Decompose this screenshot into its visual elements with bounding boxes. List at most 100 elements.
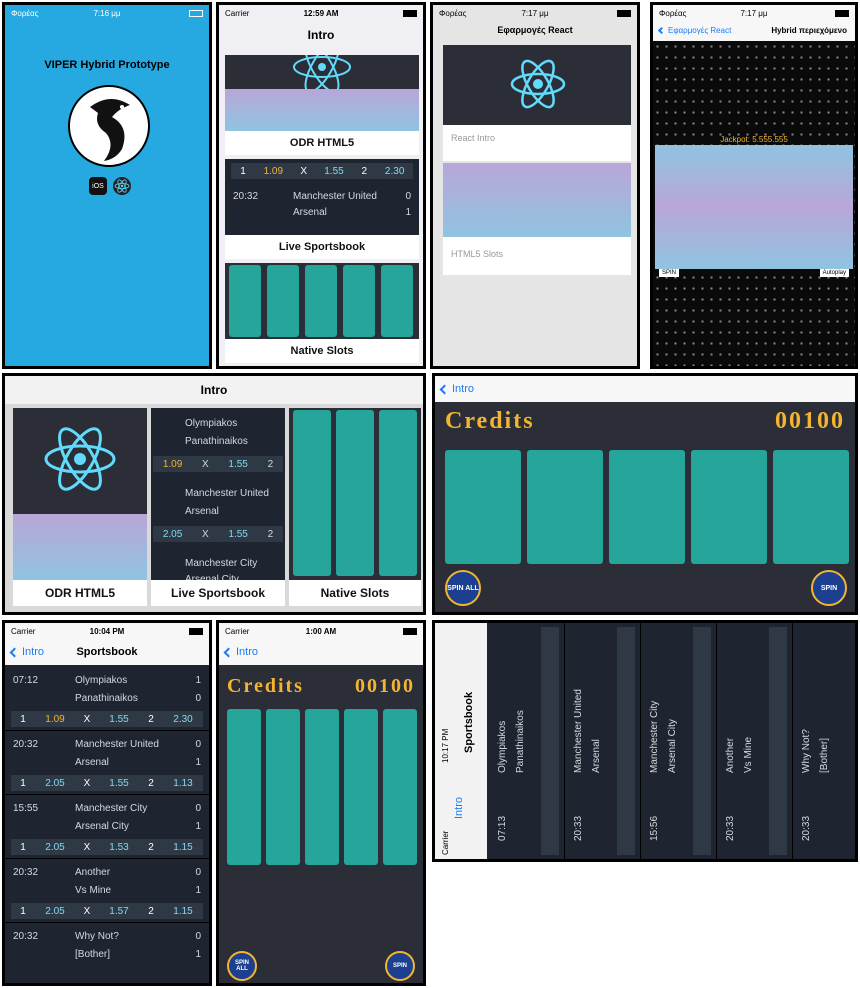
spin-all-button[interactable]: SPIN ALL xyxy=(445,570,481,606)
carrier-label: Carrier xyxy=(441,830,450,855)
reel xyxy=(305,265,337,337)
html5-slots-item[interactable]: HTML5 Slots xyxy=(443,163,631,275)
nav-bar: Intro Sportsbook xyxy=(5,639,209,665)
odds-column[interactable] xyxy=(617,627,635,855)
back-button[interactable]: Intro xyxy=(9,646,44,658)
tile-odr-html5[interactable]: ODR HTML5 xyxy=(225,55,419,155)
tile-label: Native Slots xyxy=(225,339,419,363)
chevron-left-icon xyxy=(223,647,234,657)
away-team: Arsenal xyxy=(293,207,327,218)
credits-value: 00100 xyxy=(355,675,415,697)
reel xyxy=(305,709,339,865)
odds-row[interactable]: 1 1.09 X 1.55 2 2.30 xyxy=(11,711,203,727)
tile-odr-html5[interactable]: ODR HTML5 xyxy=(13,408,147,606)
odds-row[interactable]: 1 2.05 X 1.55 2 1.13 xyxy=(11,775,203,791)
tile-label: ODR HTML5 xyxy=(13,580,147,606)
item-label: HTML5 Slots xyxy=(451,249,504,259)
match-column[interactable]: 20:33 Why Not? [Bother] xyxy=(793,623,855,859)
globe-strip xyxy=(443,163,631,237)
reel xyxy=(267,265,299,337)
odds-row[interactable]: 1 2.05 X 1.53 2 1.15 xyxy=(11,839,203,855)
intro-phone-screen: Carrier 12:59 AM Intro ODR HTML5 1 1.09 … xyxy=(216,2,426,369)
match-card[interactable]: 20:32 Why Not? 0 [Bother] 1 xyxy=(5,923,209,973)
odds-column[interactable] xyxy=(769,627,787,855)
reel xyxy=(609,450,685,564)
match-card[interactable]: 07:12 Olympiakos 1 Panathinaikos 0 1 1.09… xyxy=(5,667,209,731)
match-list: 07:12 Olympiakos 1 Panathinaikos 0 1 1.09… xyxy=(5,667,209,973)
reel xyxy=(343,265,375,337)
reel xyxy=(381,265,413,337)
react-logo-icon xyxy=(510,59,566,109)
tile-native-slots[interactable]: Native Slots xyxy=(225,263,419,363)
page-title: Intro xyxy=(200,383,228,397)
back-button[interactable]: Εφαρμογές React xyxy=(657,26,731,35)
slots-phone-screen: Carrier 1:00 AM Intro Credits 00100 SPIN… xyxy=(216,620,426,986)
reel xyxy=(527,450,603,564)
home-team: Olympiakos xyxy=(185,418,238,429)
match-column[interactable]: 07:13 Olympiakos Panathinaikos xyxy=(489,623,565,859)
nav-bar: Εφαρμογές React Hybrid περιεχόμενο xyxy=(653,20,855,40)
tile-native-slots[interactable]: Native Slots xyxy=(289,408,421,606)
nav-bar: Intro xyxy=(435,376,855,402)
match-time: 20:32 xyxy=(233,191,259,202)
globe-strip xyxy=(225,89,419,131)
odds-row: 1 1.09 X 1.55 2 2.30 xyxy=(231,163,413,179)
odds-row: 2.05 X 1.55 2 xyxy=(153,526,283,542)
odds-column[interactable] xyxy=(693,627,711,855)
hybrid-content-screen: Φορέας 7:17 μμ Εφαρμογές React Hybrid πε… xyxy=(650,2,858,369)
reel xyxy=(691,450,767,564)
back-button[interactable]: Intro xyxy=(453,797,465,819)
page-title: Εφαρμογές React xyxy=(497,25,573,35)
tile-live-sportsbook[interactable]: 1 1.09 X 1.55 2 2.30 20:32 Manchester Un… xyxy=(225,159,419,259)
tile-label: Live Sportsbook xyxy=(225,235,419,259)
ios-badge-label: iOS xyxy=(92,182,104,190)
match-card[interactable]: 20:32 Manchester United 0 Arsenal 1 1 2.0… xyxy=(5,731,209,795)
page-title: Sportsbook xyxy=(76,646,138,658)
spin-button[interactable]: SPIN xyxy=(659,269,680,277)
away-team: Arsenal xyxy=(185,506,219,517)
react-logo-icon xyxy=(44,427,116,491)
tile-live-sportsbook[interactable]: Olympiakos Panathinaikos 1.09 X 1.55 2 M… xyxy=(151,408,285,606)
match-column[interactable]: 20:33 Manchester United Arsenal xyxy=(565,623,641,859)
status-bar: Φορέας 7:17 μμ xyxy=(653,5,855,21)
match-column[interactable]: 15:56 Manchester City Arsenal City xyxy=(641,623,717,859)
match-card[interactable]: 15:55 Manchester City 0 Arsenal City 1 1… xyxy=(5,795,209,859)
reel xyxy=(227,709,261,865)
slots-landscape-screen: Intro Credits 00100 SPIN ALL SPIN xyxy=(432,373,858,615)
clock: 12:59 AM xyxy=(303,8,339,18)
app-title: VIPER Hybrid Prototype xyxy=(44,59,170,71)
jackpot-label: Jackpot: 5.555.555 xyxy=(720,135,788,144)
credits-value: 00100 xyxy=(775,408,845,434)
clock: 7:16 μμ xyxy=(93,8,121,18)
clock: 7:17 μμ xyxy=(521,8,549,18)
clock: 10:04 PM xyxy=(89,626,125,636)
reel xyxy=(383,709,417,865)
reel xyxy=(293,410,331,576)
page-title: Intro xyxy=(307,28,335,42)
match-card[interactable]: 20:32 Another 0 Vs Mine 1 1 2.05 X 1.57 2 1.1… xyxy=(5,859,209,923)
chevron-left-icon xyxy=(9,647,20,657)
react-intro-item[interactable]: React Intro xyxy=(443,45,631,161)
odds-column[interactable] xyxy=(541,627,559,855)
back-button[interactable]: Intro xyxy=(439,383,474,395)
reel xyxy=(344,709,378,865)
reel xyxy=(266,709,300,865)
match-column[interactable]: 20:33 Another Vs Mine xyxy=(717,623,793,859)
sportsbook-rotated-screen: Intro Sportsbook 10:17 PM Carrier 07:13 … xyxy=(432,620,858,862)
status-bar: Φορέας 7:16 μμ xyxy=(5,5,209,21)
nav-bar: Εφαρμογές React xyxy=(433,19,637,41)
odds-row[interactable]: 1 2.05 X 1.57 2 1.15 xyxy=(11,903,203,919)
spin-button[interactable]: SPIN xyxy=(811,570,847,606)
autoplay-button[interactable]: Autoplay xyxy=(819,269,849,277)
react-apps-screen: Φορέας 7:17 μμ Εφαρμογές React React Int… xyxy=(430,2,640,369)
spin-all-button[interactable]: SPIN ALL xyxy=(227,951,257,981)
status-bar: Carrier 10:04 PM xyxy=(5,623,209,639)
nav-bar: Intro xyxy=(219,21,423,49)
home-score: 0 xyxy=(405,191,411,202)
reel xyxy=(773,450,849,564)
back-button[interactable]: Intro xyxy=(223,646,258,658)
page-title: Hybrid περιεχόμενο xyxy=(771,25,847,35)
spin-button[interactable]: SPIN xyxy=(385,951,415,981)
home-team: Manchester United xyxy=(185,488,269,499)
tile-label: Live Sportsbook xyxy=(151,580,285,606)
